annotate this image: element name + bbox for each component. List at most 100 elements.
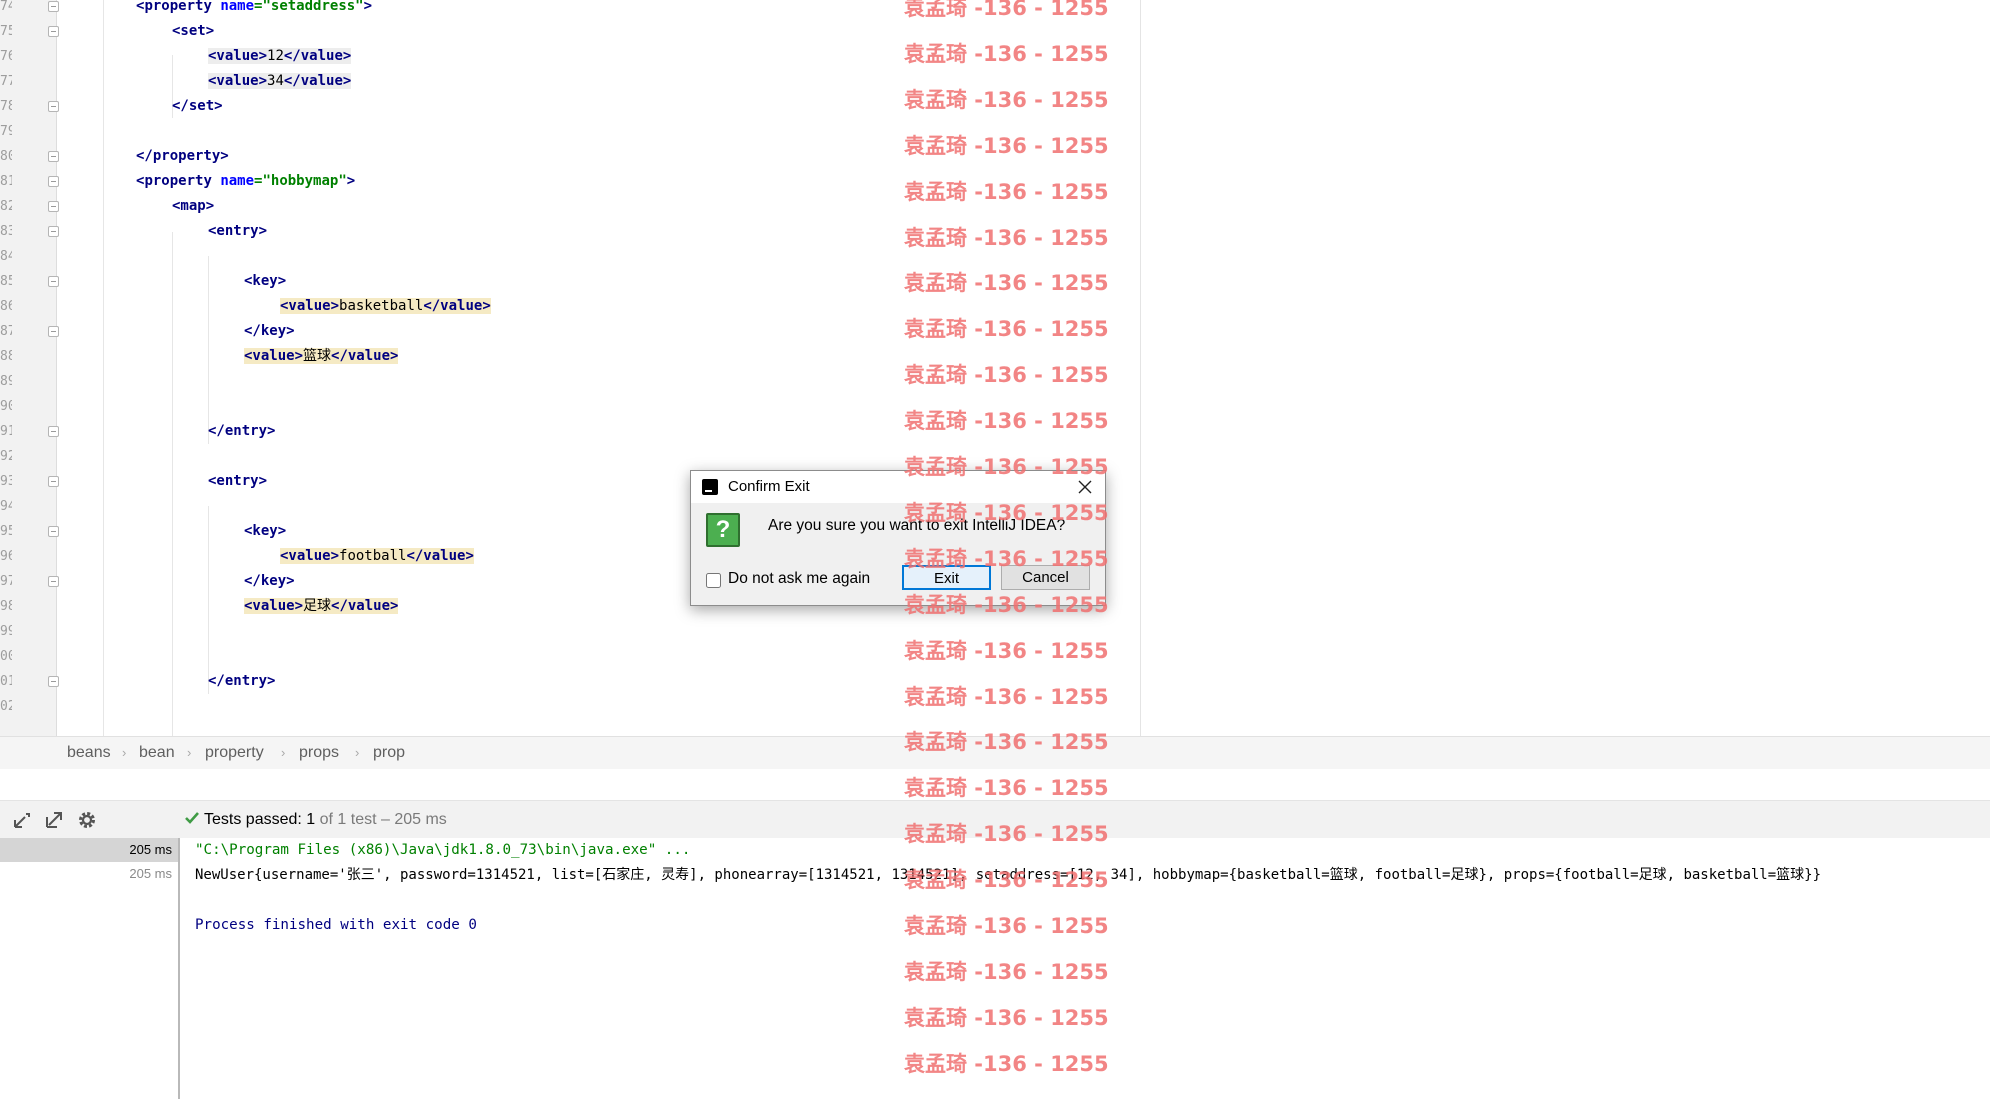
close-icon[interactable]	[1075, 477, 1095, 497]
code-token: <value>	[280, 548, 340, 564]
breadcrumb-item-props[interactable]: props	[299, 737, 339, 769]
chevron-right-icon: ›	[355, 745, 360, 760]
indent-guide	[208, 506, 209, 694]
breadcrumb-item-prop[interactable]: prop	[373, 737, 405, 769]
indent-guide	[208, 256, 209, 444]
code-token: 足球	[303, 598, 332, 614]
code-token: basketball	[339, 298, 424, 314]
test-status: Tests passed: 1 of 1 test – 205 ms	[184, 801, 447, 838]
code-line: <property name="setaddress">	[136, 0, 372, 19]
code-token: <key>	[244, 273, 287, 289]
code-line: <value>12</value>	[208, 44, 352, 69]
console-command-line: "C:\Program Files (x86)\Java\jdk1.8.0_73…	[195, 842, 691, 858]
test-duration: 205 ms	[129, 842, 172, 857]
code-line: <key>	[244, 269, 286, 294]
code-line: <entry>	[208, 469, 267, 494]
code-token: </key>	[244, 323, 295, 339]
code-area[interactable]: <property name="setaddress"> <set> <value>…	[0, 0, 1140, 736]
status-summary: of 1 test – 205 ms	[315, 811, 447, 828]
code-token: <entry>	[208, 473, 268, 489]
breadcrumb-item-property[interactable]: property	[205, 737, 264, 769]
code-line: <entry>	[208, 219, 267, 244]
code-line: <key>	[244, 519, 286, 544]
chevron-right-icon: ›	[281, 745, 286, 760]
code-token: <value>	[208, 73, 268, 89]
code-token: >	[346, 173, 356, 189]
dialog-message: Are you sure you want to exit IntelliJ I…	[768, 517, 1066, 534]
exit-button[interactable]: Exit	[902, 565, 991, 590]
cancel-button[interactable]: Cancel	[1001, 565, 1090, 590]
console-output-line: NewUser{username='张三', password=1314521,…	[195, 867, 1822, 883]
code-line: <set>	[172, 19, 214, 44]
code-editor[interactable]: 74 75 76 77 78 79 80 81 82 83 84 85 86 87 88 89 90 91 92 93…	[0, 0, 1990, 736]
code-token: <value>	[244, 598, 304, 614]
check-icon	[185, 812, 199, 824]
code-token: </value>	[406, 548, 474, 564]
code-token: </value>	[283, 48, 352, 64]
confirm-exit-dialog: Confirm Exit ? Are you sure you want to …	[690, 470, 1106, 606]
test-duration: 205 ms	[129, 866, 172, 881]
right-margin-guide	[1140, 0, 1141, 736]
gear-icon[interactable]	[76, 809, 98, 831]
test-tree-row-selected[interactable]: 205 ms	[0, 838, 178, 862]
question-icon: ?	[706, 513, 740, 547]
export-results-icon[interactable]	[11, 809, 33, 831]
chevron-right-icon: ›	[122, 745, 127, 760]
test-tree[interactable]: 205 ms 205 ms	[0, 838, 180, 1099]
dialog-title: Confirm Exit	[728, 478, 810, 495]
intellij-app-icon	[700, 477, 718, 495]
code-token: property	[144, 0, 212, 14]
code-token: name	[220, 0, 255, 14]
dialog-titlebar[interactable]: Confirm Exit	[691, 471, 1105, 503]
code-line: </set>	[172, 94, 223, 119]
breadcrumb: beans › bean › property › props › prop	[0, 736, 1990, 770]
code-line: </entry>	[208, 669, 275, 694]
code-line: <value>football</value>	[280, 544, 474, 569]
code-line: </entry>	[208, 419, 275, 444]
code-token: <value>	[208, 48, 268, 64]
code-token: </property>	[136, 148, 229, 164]
code-line: <property name="hobbymap">	[136, 169, 355, 194]
code-token: <value>	[280, 298, 340, 314]
breadcrumb-item-bean[interactable]: bean	[139, 737, 175, 769]
code-token: </value>	[331, 598, 399, 614]
panel-divider	[0, 769, 1990, 799]
code-token: </set>	[172, 98, 223, 114]
indent-guide	[103, 0, 104, 736]
code-token: </entry>	[208, 673, 276, 689]
import-results-icon[interactable]	[43, 809, 65, 831]
do-not-ask-checkbox[interactable]	[706, 573, 721, 588]
console-exit-line: Process finished with exit code 0	[195, 917, 477, 933]
code-line: <value>足球</value>	[244, 594, 399, 619]
console-output[interactable]: "C:\Program Files (x86)\Java\jdk1.8.0_73…	[180, 838, 1990, 1099]
indent-guide	[172, 232, 173, 736]
code-token: <key>	[244, 523, 287, 539]
code-token: </entry>	[208, 423, 276, 439]
code-token: <set>	[172, 23, 215, 39]
run-toolbar: Tests passed: 1 of 1 test – 205 ms	[0, 800, 1990, 839]
code-line: <value>basketball</value>	[280, 294, 491, 319]
breadcrumb-item-beans[interactable]: beans	[67, 737, 111, 769]
code-token: name	[220, 173, 255, 189]
code-token: <entry>	[208, 223, 268, 239]
code-line: </key>	[244, 569, 295, 594]
code-line: <value>34</value>	[208, 69, 352, 94]
code-token: </value>	[331, 348, 399, 364]
code-line: <map>	[172, 194, 214, 219]
code-token: 34	[267, 73, 284, 89]
code-token: </key>	[244, 573, 295, 589]
code-token: <map>	[172, 198, 215, 214]
code-line: <value>篮球</value>	[244, 344, 399, 369]
code-token: >	[363, 0, 373, 14]
code-token: </value>	[283, 73, 352, 89]
code-line: </property>	[136, 144, 229, 169]
code-token: property	[144, 173, 212, 189]
code-line: </key>	[244, 319, 295, 344]
status-passed: Tests passed: 1	[204, 811, 316, 828]
code-token: 12	[267, 48, 284, 64]
do-not-ask-label[interactable]: Do not ask me again	[728, 570, 870, 588]
code-token: <value>	[244, 348, 304, 364]
chevron-right-icon: ›	[187, 745, 192, 760]
code-token: football	[339, 548, 407, 564]
code-token: 篮球	[303, 348, 332, 364]
